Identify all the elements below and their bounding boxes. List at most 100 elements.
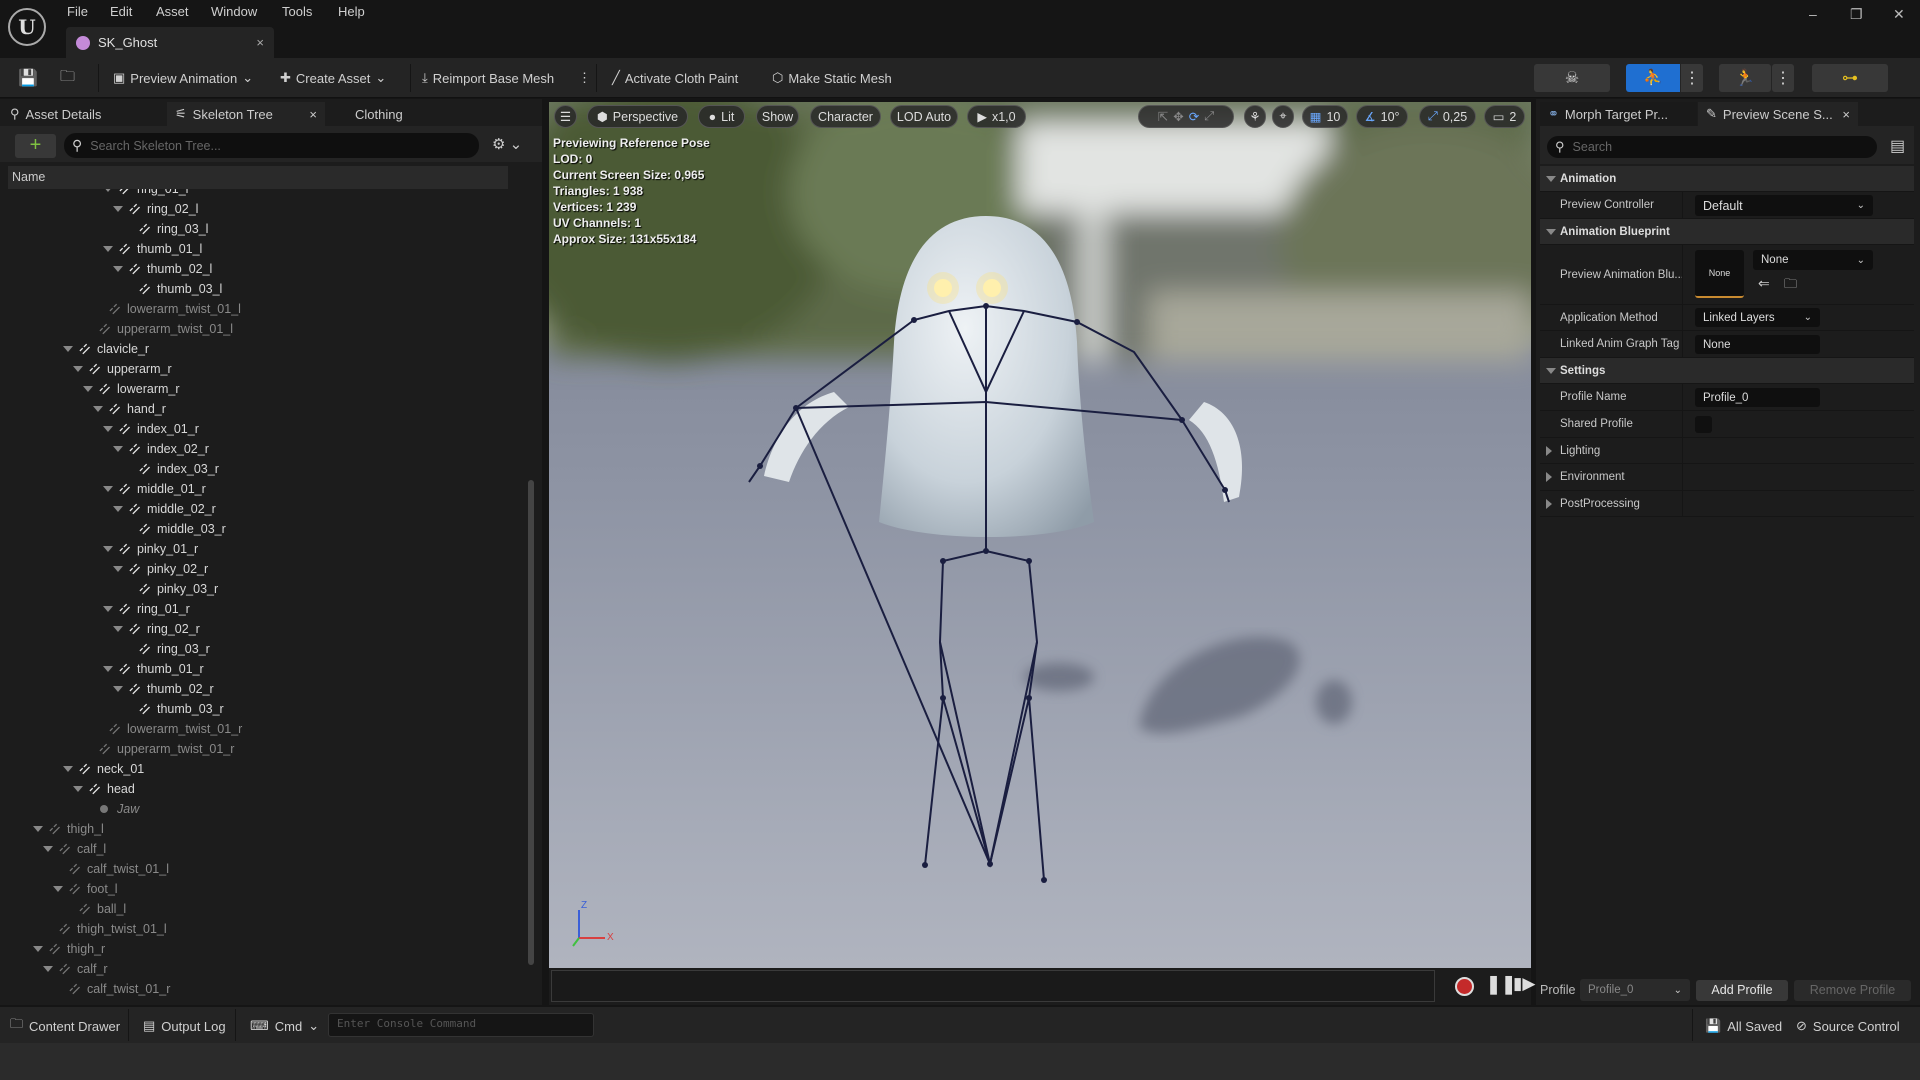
- tree-row-thigh_l[interactable]: ⚍ thigh_l: [8, 818, 528, 839]
- expand-arrow-icon[interactable]: [113, 626, 123, 632]
- expand-arrow-icon[interactable]: [33, 826, 43, 832]
- expand-arrow-icon[interactable]: [73, 366, 83, 372]
- tree-row-middle_01_r[interactable]: ⚍ middle_01_r: [8, 478, 528, 499]
- tree-row-calf_r[interactable]: ⚍ calf_r: [8, 958, 528, 979]
- tree-row-neck_01[interactable]: ⚍ neck_01: [8, 758, 528, 779]
- expand-arrow-icon[interactable]: [83, 386, 93, 392]
- tree-row-thumb_01_l[interactable]: ⚍ thumb_01_l: [8, 238, 528, 259]
- expand-arrow-icon[interactable]: [103, 426, 113, 432]
- save-icon[interactable]: 💾: [18, 66, 38, 90]
- expand-arrow-icon[interactable]: [113, 566, 123, 572]
- section-animation[interactable]: Animation: [1540, 166, 1914, 192]
- expand-arrow-icon[interactable]: [43, 966, 53, 972]
- camera-speed-button[interactable]: ▭ 2: [1484, 105, 1525, 128]
- tree-row-lowerarm_twist_01_l[interactable]: ⚍ lowerarm_twist_01_l: [8, 298, 528, 319]
- blueprint-mode-button[interactable]: ⊶: [1812, 64, 1888, 92]
- browse-asset-icon[interactable]: 🗀: [1784, 275, 1797, 297]
- tree-row-ring_01_r[interactable]: ⚍ ring_01_r: [8, 598, 528, 619]
- tree-row-lowerarm_twist_01_r[interactable]: ⚍ lowerarm_twist_01_r: [8, 718, 528, 739]
- viewport-menu-icon[interactable]: ☰: [554, 105, 577, 128]
- expand-arrow-icon[interactable]: [63, 346, 73, 352]
- linked-tag-input[interactable]: None: [1695, 335, 1820, 354]
- unreal-logo[interactable]: U: [8, 8, 46, 46]
- lit-button[interactable]: ● Lit: [698, 105, 745, 128]
- expand-arrow-icon[interactable]: [73, 786, 83, 792]
- tab-asset-details[interactable]: ⚲ Asset Details: [2, 102, 162, 126]
- close-tab-icon[interactable]: ×: [309, 107, 317, 122]
- lod-button[interactable]: LOD Auto: [890, 105, 958, 128]
- content-drawer-button[interactable]: 🗀 Content Drawer: [10, 1015, 120, 1037]
- tree-row-pinky_03_r[interactable]: ⚍ pinky_03_r: [8, 578, 528, 599]
- settings-gear-icon[interactable]: ⚙ ⌄: [492, 135, 522, 153]
- tree-row-thumb_03_l[interactable]: ⚍ thumb_03_l: [8, 278, 528, 299]
- restore-button[interactable]: ❐: [1850, 6, 1863, 23]
- expand-arrow-icon[interactable]: [63, 766, 73, 772]
- expand-arrow-icon[interactable]: [103, 666, 113, 672]
- expand-arrow-icon[interactable]: [113, 206, 123, 212]
- tree-row-calf_twist_01_r[interactable]: ⚍ calf_twist_01_r: [8, 978, 528, 999]
- tree-row-upperarm_r[interactable]: ⚍ upperarm_r: [8, 358, 528, 379]
- remove-profile-button[interactable]: Remove Profile: [1794, 980, 1911, 1001]
- menu-asset[interactable]: Asset: [156, 4, 189, 19]
- tree-row-lowerarm_r[interactable]: ⚍ lowerarm_r: [8, 378, 528, 399]
- tree-row-pinky_01_r[interactable]: ⚍ pinky_01_r: [8, 538, 528, 559]
- add-icon[interactable]: +: [15, 134, 56, 158]
- profile-name-input[interactable]: Profile_0: [1695, 388, 1820, 407]
- tree-row-ring_02_r[interactable]: ⚍ ring_02_r: [8, 618, 528, 639]
- expand-arrow-icon[interactable]: [113, 686, 123, 692]
- animation-options-icon[interactable]: ⋮: [1772, 64, 1794, 92]
- browse-icon[interactable]: 🗀: [60, 66, 75, 90]
- shared-profile-checkbox[interactable]: [1695, 416, 1712, 433]
- playback-speed-button[interactable]: ▶ x1,0: [967, 105, 1026, 128]
- tree-row-head[interactable]: ⚍ head: [8, 778, 528, 799]
- animation-mode-button[interactable]: 🏃: [1719, 64, 1771, 92]
- section-postprocessing[interactable]: PostProcessing: [1540, 491, 1914, 517]
- tab-morph-target[interactable]: ⚭ Morph Target Pr...: [1540, 102, 1697, 126]
- tree-row-index_03_r[interactable]: ⚍ index_03_r: [8, 458, 528, 479]
- angle-snap-button[interactable]: ∡ 10°: [1356, 105, 1408, 128]
- timeline-scrubber[interactable]: [551, 970, 1435, 1002]
- create-asset-button[interactable]: ✚ Create Asset ⌄: [280, 66, 386, 90]
- record-button[interactable]: [1455, 977, 1474, 996]
- pause-button[interactable]: ❚❚: [1486, 974, 1516, 995]
- menu-window[interactable]: Window: [211, 4, 257, 19]
- expand-arrow-icon[interactable]: [103, 189, 113, 192]
- expand-arrow-icon[interactable]: [53, 886, 63, 892]
- perspective-button[interactable]: ⬢ Perspective: [587, 105, 688, 128]
- tree-row-upperarm_twist_01_l[interactable]: ⚍ upperarm_twist_01_l: [8, 318, 528, 339]
- reimport-button[interactable]: ⤓ Reimport Base Mesh: [422, 66, 554, 90]
- more-options-icon[interactable]: ⋮: [578, 66, 591, 90]
- cmd-dropdown[interactable]: ⌨ Cmd ⌄: [250, 1015, 319, 1037]
- close-tab-icon[interactable]: ×: [1842, 107, 1850, 122]
- tab-clothing[interactable]: Clothing: [347, 102, 427, 126]
- document-tab[interactable]: SK_Ghost ×: [66, 27, 274, 58]
- show-button[interactable]: Show: [756, 105, 799, 128]
- character-button[interactable]: Character: [810, 105, 881, 128]
- tree-row-index_02_r[interactable]: ⚍ index_02_r: [8, 438, 528, 459]
- grid-snap-button[interactable]: ▦ 10: [1302, 105, 1348, 128]
- expand-arrow-icon[interactable]: [103, 606, 113, 612]
- tree-row-thumb_02_r[interactable]: ⚍ thumb_02_r: [8, 678, 528, 699]
- menu-tools[interactable]: Tools: [282, 4, 312, 19]
- expand-arrow-icon[interactable]: [113, 506, 123, 512]
- expand-arrow-icon[interactable]: [93, 406, 103, 412]
- tree-row-middle_02_r[interactable]: ⚍ middle_02_r: [8, 498, 528, 519]
- surface-snap-icon[interactable]: ⌖: [1272, 105, 1294, 128]
- tree-row-thigh_r[interactable]: ⚍ thigh_r: [8, 938, 528, 959]
- step-forward-button[interactable]: ▮▶: [1513, 974, 1535, 994]
- tree-row-ring_03_r[interactable]: ⚍ ring_03_r: [8, 638, 528, 659]
- make-static-mesh-button[interactable]: ⬡ Make Static Mesh: [772, 66, 892, 90]
- tree-row-thigh_twist_01_l[interactable]: ⚍ thigh_twist_01_l: [8, 918, 528, 939]
- tree-row-ring_03_l[interactable]: ⚍ ring_03_l: [8, 218, 528, 239]
- tree-row-pinky_02_r[interactable]: ⚍ pinky_02_r: [8, 558, 528, 579]
- tree-scrollbar[interactable]: [528, 480, 534, 965]
- tree-row-index_01_r[interactable]: ⚍ index_01_r: [8, 418, 528, 439]
- skeleton-search-input[interactable]: ⚲ Search Skeleton Tree...: [64, 133, 479, 158]
- tree-row-ball_l[interactable]: ⚍ ball_l: [8, 898, 528, 919]
- skeleton-mode-button[interactable]: ☠: [1534, 64, 1610, 92]
- menu-help[interactable]: Help: [338, 4, 365, 19]
- minimize-button[interactable]: –: [1809, 6, 1817, 22]
- expand-arrow-icon[interactable]: [43, 846, 53, 852]
- transform-tools[interactable]: ⇱ ✥ ⟳ ⤢: [1138, 105, 1234, 128]
- tree-row-hand_r[interactable]: ⚍ hand_r: [8, 398, 528, 419]
